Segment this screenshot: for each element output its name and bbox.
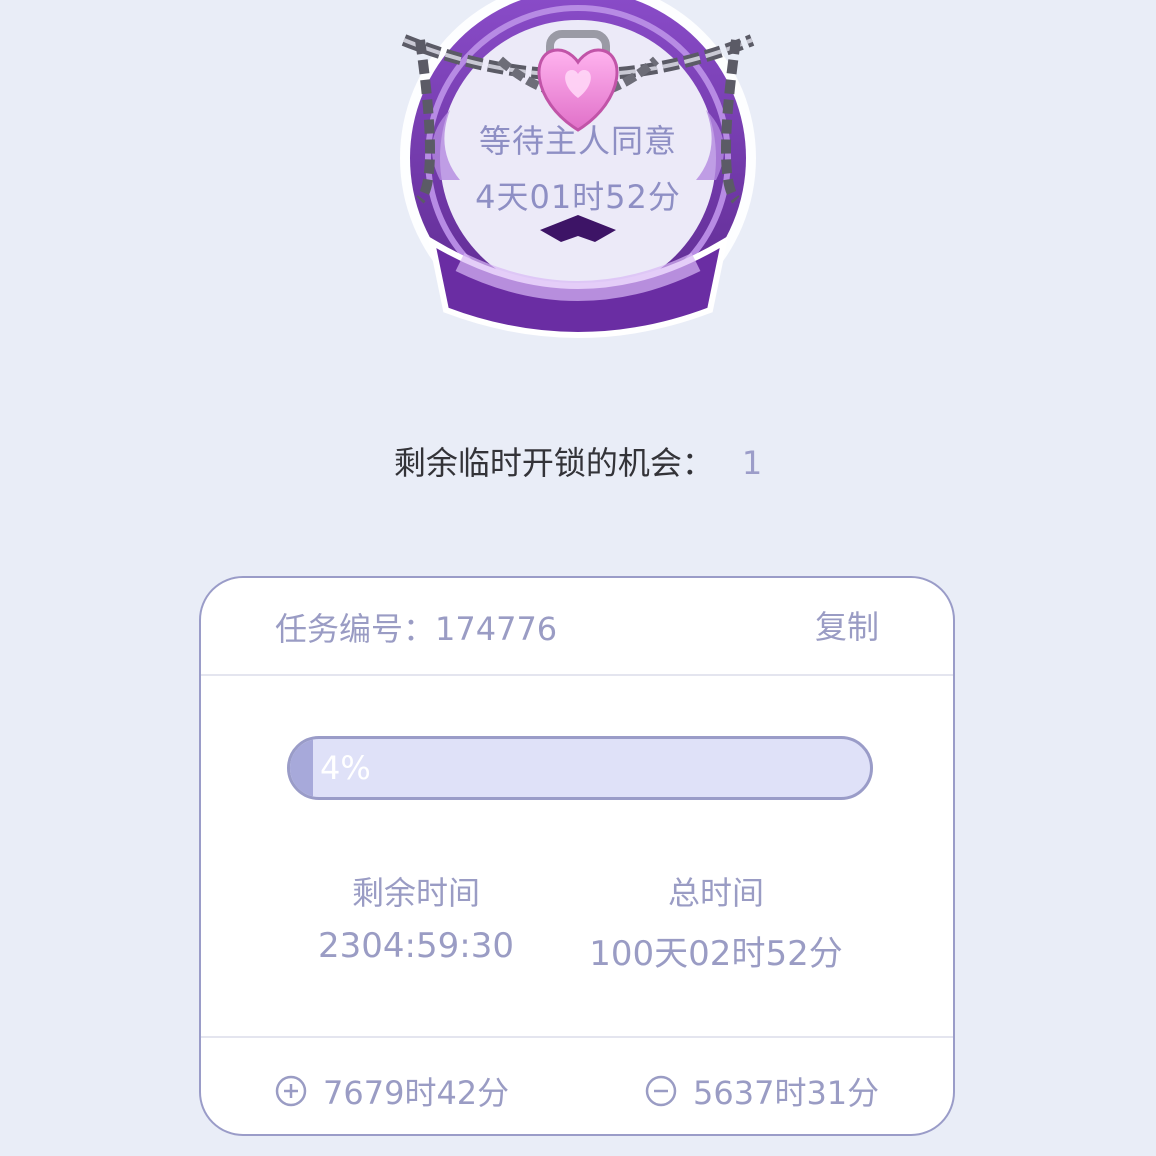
task-card-footer: 7679时42分 5637时31分 [201, 1036, 953, 1138]
task-card-header: 任务编号：174776 复制 [201, 578, 953, 676]
copy-button[interactable]: 复制 [815, 602, 879, 648]
badge-status-text: 等待主人同意 [478, 122, 677, 160]
total-time: 总时间 100天02时52分 [566, 868, 866, 975]
minus-circle-icon [645, 1075, 677, 1107]
remaining-time-label: 剩余时间 [351, 874, 480, 912]
add-time-value: 7679时42分 [323, 1074, 510, 1112]
unlock-chances: 剩余临时开锁的机会： 1 [0, 438, 1156, 484]
badge-countdown: 4天01时52分 [475, 178, 681, 216]
contract-badge-emblem [400, 0, 756, 338]
plus-circle-icon [275, 1075, 307, 1107]
remaining-time: 剩余时间 2304:59:30 [266, 868, 566, 966]
total-time-label: 总时间 [667, 874, 764, 912]
progress-fill [290, 739, 314, 797]
contract-badge: 等待主人同意 4天01时52分 [380, 0, 776, 340]
task-card: 任务编号：174776 复制 4% 剩余时间 2304:59:30 总时间 10… [199, 576, 955, 1136]
add-time-button[interactable]: 7679时42分 [275, 1068, 509, 1114]
unlock-chances-count: 1 [741, 444, 763, 482]
progress-bar: 4% [287, 736, 873, 800]
unlock-chances-label: 剩余临时开锁的机会： [393, 444, 714, 482]
subtract-time-value: 5637时31分 [693, 1074, 880, 1112]
subtract-time-button[interactable]: 5637时31分 [645, 1068, 879, 1114]
total-time-value: 100天02时52分 [589, 934, 843, 974]
task-number: 任务编号：174776 [275, 610, 558, 648]
progress-label: 4% [320, 749, 371, 787]
remaining-time-value: 2304:59:30 [318, 926, 514, 966]
